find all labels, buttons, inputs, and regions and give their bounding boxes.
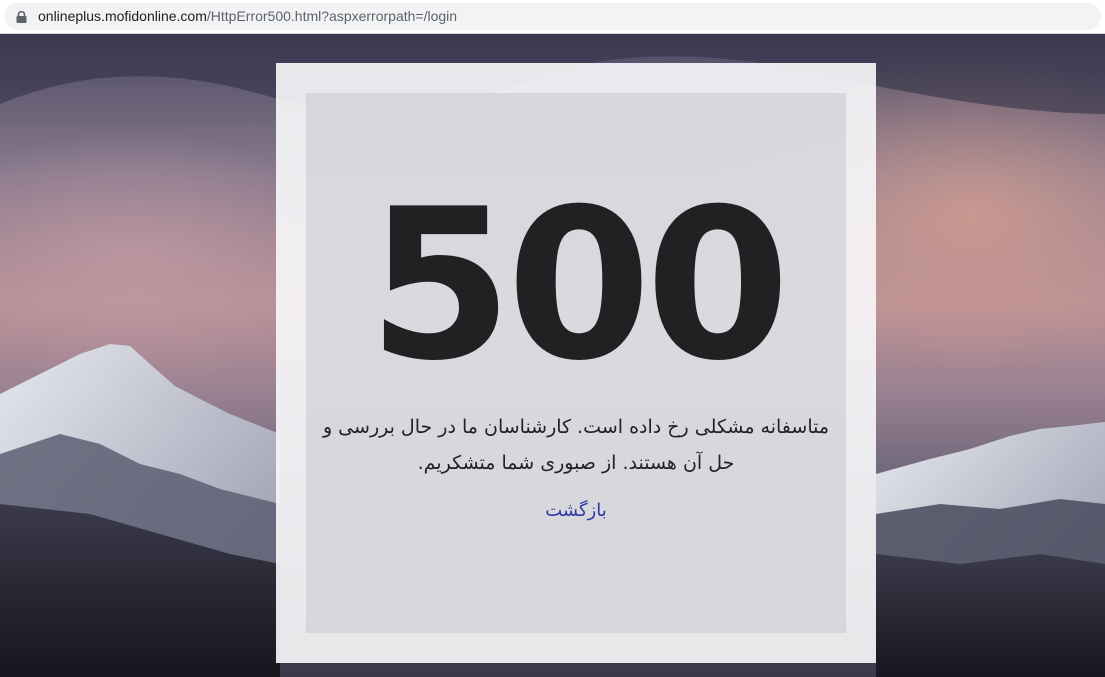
error-code: 500	[367, 165, 790, 407]
url-host: onlineplus.mofidonline.com	[38, 8, 207, 24]
url-path: /HttpError500.html?aspxerrorpath=/login	[206, 8, 458, 24]
browser-address-bar: onlineplus.mofidonline.com/HttpError500.…	[0, 0, 1105, 34]
page-viewport: 500 متاسفانه مشکلی رخ داده است. کارشناسا…	[0, 34, 1105, 677]
url-field[interactable]: onlineplus.mofidonline.com/HttpError500.…	[4, 3, 1101, 30]
back-link[interactable]: بازگشت	[306, 498, 846, 524]
url-text[interactable]: onlineplus.mofidonline.com/HttpError500.…	[38, 8, 457, 25]
lock-icon[interactable]	[16, 11, 27, 23]
error-message: متاسفانه مشکلی رخ داده است. کارشناسان ما…	[322, 416, 830, 474]
error-card-inner: 500 متاسفانه مشکلی رخ داده است. کارشناسا…	[306, 93, 846, 633]
error-card: 500 متاسفانه مشکلی رخ داده است. کارشناسا…	[276, 63, 876, 663]
